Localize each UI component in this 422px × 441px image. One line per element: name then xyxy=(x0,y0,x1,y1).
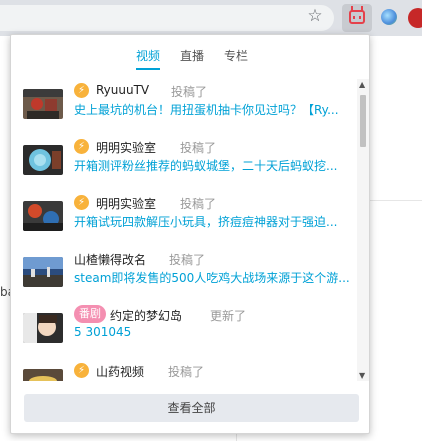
bilibili-icon xyxy=(349,10,365,24)
lightning-badge-icon: ⚡ xyxy=(74,83,89,98)
item-meta: 番剧 约定的梦幻岛 更新了 xyxy=(74,305,354,323)
item-title[interactable]: 5 301045 xyxy=(74,325,352,339)
action-text: 投稿了 xyxy=(180,141,217,155)
video-thumbnail[interactable] xyxy=(23,89,63,119)
dynamics-popup: 视频 直播 专栏 ⚡ RyuuuTV 投稿了 史上最坑的机台！用扭蛋机抽卡你见过… xyxy=(10,34,370,434)
feed-scrollbar[interactable]: ▲ ▼ xyxy=(357,79,369,381)
item-meta: ⚡ 明明实验室 投稿了 xyxy=(74,137,354,155)
action-text: 投稿了 xyxy=(171,85,208,99)
video-thumbnail[interactable] xyxy=(23,201,63,231)
author-name[interactable]: 明明实验室 xyxy=(96,195,156,212)
item-meta: 山楂懒得改名 投稿了 xyxy=(74,249,354,267)
lightning-badge-icon: ⚡ xyxy=(74,195,89,210)
tab-live[interactable]: 直播 xyxy=(180,47,204,64)
scroll-up-arrow-icon[interactable]: ▲ xyxy=(359,80,365,89)
tab-video[interactable]: 视频 xyxy=(136,47,160,64)
popup-tabs: 视频 直播 专栏 xyxy=(11,35,369,71)
video-thumbnail[interactable] xyxy=(23,145,63,175)
item-title[interactable]: steam即将发售的500人吃鸡大战场来源于这个游... xyxy=(74,269,352,286)
author-name[interactable]: 山药视频 xyxy=(96,363,144,380)
video-thumbnail[interactable] xyxy=(23,369,63,381)
action-text: 投稿了 xyxy=(168,365,205,379)
feed-list[interactable]: ⚡ RyuuuTV 投稿了 史上最坑的机台！用扭蛋机抽卡你见过吗？【Ry... … xyxy=(11,79,357,381)
star-icon[interactable]: ☆ xyxy=(305,6,325,26)
lightning-badge-icon: ⚡ xyxy=(74,363,89,378)
list-item[interactable]: 番剧 约定的梦幻岛 更新了 5 301045 xyxy=(23,303,353,359)
bangumi-thumbnail[interactable] xyxy=(23,313,63,343)
view-all-button[interactable]: 查看全部 xyxy=(24,394,359,422)
author-name[interactable]: RyuuuTV xyxy=(96,83,149,97)
browser-toolbar: ☆ xyxy=(0,0,422,36)
address-bar[interactable] xyxy=(0,5,334,31)
action-text: 更新了 xyxy=(210,309,247,323)
list-item[interactable]: ⚡ 明明实验室 投稿了 开箱试玩四款解压小玩具，挤痘痘神器对于强迫... xyxy=(23,191,353,247)
list-item[interactable]: ⚡ RyuuuTV 投稿了 史上最坑的机台！用扭蛋机抽卡你见过吗？【Ry... xyxy=(23,79,353,135)
author-name[interactable]: 明明实验室 xyxy=(96,139,156,156)
item-title[interactable]: 史上最坑的机台！用扭蛋机抽卡你见过吗？【Ry... xyxy=(74,101,352,118)
action-text: 投稿了 xyxy=(180,197,217,211)
tab-column[interactable]: 专栏 xyxy=(224,47,248,64)
list-item[interactable]: 山楂懒得改名 投稿了 steam即将发售的500人吃鸡大战场来源于这个游... xyxy=(23,247,353,303)
lightning-badge-icon: ⚡ xyxy=(74,139,89,154)
author-name[interactable]: 山楂懒得改名 xyxy=(74,251,146,268)
scroll-down-arrow-icon[interactable]: ▼ xyxy=(359,371,365,380)
globe-extension-icon[interactable] xyxy=(381,9,397,25)
action-text: 投稿了 xyxy=(169,253,206,267)
list-item[interactable]: ⚡ 明明实验室 投稿了 开箱测评粉丝推荐的蚂蚁城堡，二十天后蚂蚁挖... xyxy=(23,135,353,191)
item-title[interactable]: 开箱试玩四款解压小玩具，挤痘痘神器对于强迫... xyxy=(74,213,352,230)
item-meta: ⚡ 明明实验室 投稿了 xyxy=(74,193,354,211)
profile-avatar[interactable] xyxy=(408,8,422,28)
item-title[interactable]: 开箱测评粉丝推荐的蚂蚁城堡，二十天后蚂蚁挖... xyxy=(74,157,352,174)
item-meta: ⚡ 山药视频 投稿了 xyxy=(74,361,354,379)
video-thumbnail[interactable] xyxy=(23,257,63,287)
bangumi-badge: 番剧 xyxy=(74,305,106,323)
scrollbar-thumb[interactable] xyxy=(360,95,366,147)
active-tab-indicator xyxy=(136,68,160,70)
author-name[interactable]: 约定的梦幻岛 xyxy=(110,307,182,324)
item-meta: ⚡ RyuuuTV 投稿了 xyxy=(74,81,354,99)
list-item[interactable]: ⚡ 山药视频 投稿了 xyxy=(23,359,353,381)
